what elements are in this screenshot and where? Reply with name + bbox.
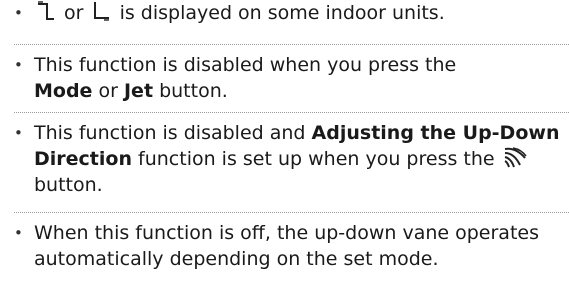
list-item: • or is displayed on some indoor units. xyxy=(14,0,569,44)
note-text: This function is disabled and xyxy=(34,122,306,144)
note-text: button. xyxy=(34,174,103,196)
swing-vane-icon xyxy=(503,146,527,168)
jet-button-label: Jet xyxy=(123,80,154,102)
bullet: • xyxy=(14,124,23,142)
note-text: button. xyxy=(159,80,228,102)
note-text: function is set up when you press the xyxy=(138,148,495,170)
note-text: This function is disabled when you press… xyxy=(34,54,457,76)
vane-segment-bottom-left-icon xyxy=(92,0,112,22)
conjunction-text: or xyxy=(98,80,118,102)
list-item: • This function is disabled when you pre… xyxy=(14,44,569,112)
notes-list: • or is displayed on some indoor units. … xyxy=(0,0,569,303)
bullet: • xyxy=(14,4,23,22)
note-text: When this function is off, the up-down v… xyxy=(34,222,539,270)
mode-button-label: Mode xyxy=(34,80,93,102)
list-item: • When this function is off, the up-down… xyxy=(14,212,569,303)
bullet: • xyxy=(14,224,23,242)
conjunction-text: or xyxy=(64,2,84,24)
list-item: • This function is disabled and Adjustin… xyxy=(14,112,569,212)
bullet: • xyxy=(14,56,23,74)
note-text: is displayed on some indoor units. xyxy=(119,2,445,24)
vane-segment-top-right-icon xyxy=(36,0,56,22)
